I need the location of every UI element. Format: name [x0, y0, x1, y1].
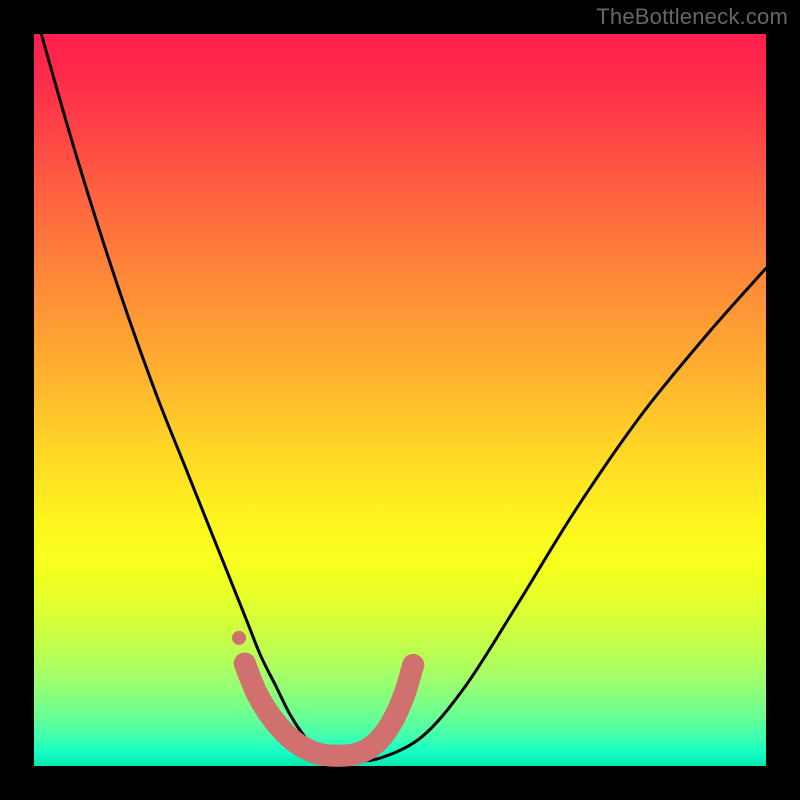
highlight-dot	[263, 710, 285, 732]
curve-layer	[34, 34, 766, 766]
highlight-dot	[234, 653, 256, 675]
highlight-isolated-dot	[232, 631, 246, 645]
highlight-dot	[382, 710, 404, 732]
highlight-dot	[367, 730, 389, 752]
plot-area	[34, 34, 766, 766]
chart-frame: TheBottleneck.com	[0, 0, 800, 800]
highlight-dot	[393, 683, 415, 705]
watermark-text: TheBottleneck.com	[596, 4, 788, 30]
bottleneck-curve	[41, 34, 766, 761]
highlight-dot	[283, 730, 305, 752]
highlight-dot	[327, 745, 349, 767]
highlight-dot	[402, 654, 424, 676]
highlight-dot	[349, 742, 371, 764]
highlight-dot	[246, 683, 268, 705]
highlight-dot	[305, 742, 327, 764]
bottom-highlight	[232, 631, 424, 767]
